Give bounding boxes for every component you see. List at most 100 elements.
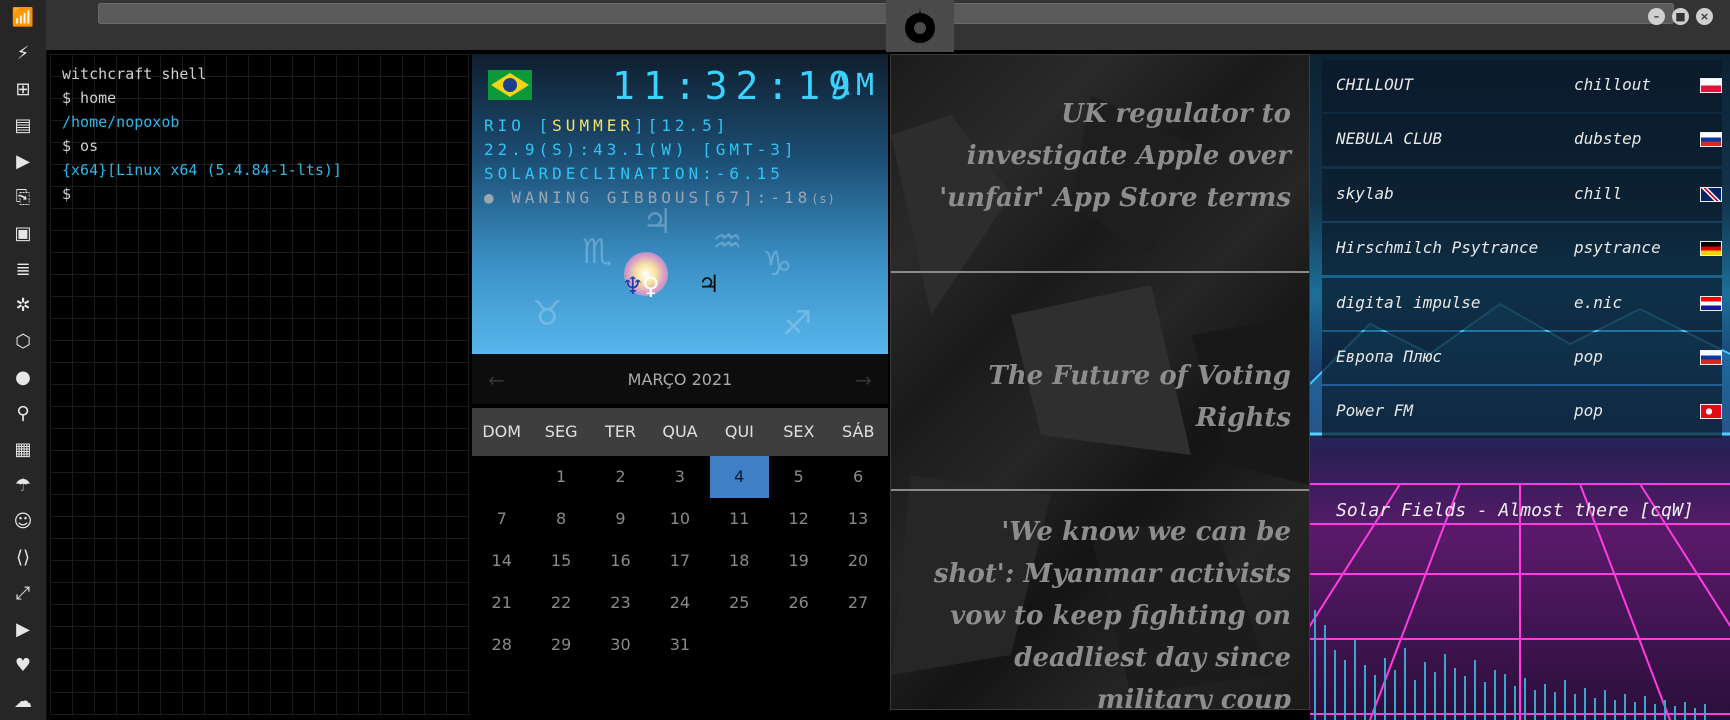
calendar-day[interactable]: 14: [472, 540, 531, 582]
radio-station-row[interactable]: skylab chill: [1322, 168, 1722, 221]
calendar-empty-cell: [710, 624, 769, 666]
radio-station-row[interactable]: Европа Плюс pop: [1322, 332, 1722, 384]
radio-station-row[interactable]: Hirschmilch Psytrance psytrance: [1322, 223, 1722, 276]
prev-month-icon[interactable]: ←: [488, 368, 505, 392]
calendar-empty-cell: [828, 624, 887, 666]
moon-icon: ●: [484, 188, 498, 207]
croatia-flag-icon: [1700, 295, 1722, 311]
calendar-day[interactable]: 30: [591, 624, 650, 666]
radio-station-row[interactable]: digital impulse e.nic: [1322, 277, 1722, 330]
calendar-day[interactable]: 1: [531, 456, 590, 498]
calendar-day[interactable]: 11: [710, 498, 769, 540]
calendar-day[interactable]: 26: [769, 582, 828, 624]
weekday-label: QUI: [724, 422, 754, 441]
russia-flag-icon: [1700, 132, 1722, 148]
snowflake-icon[interactable]: ✲: [11, 294, 35, 318]
archive-icon[interactable]: ▤: [11, 114, 35, 138]
network-icon[interactable]: ⬡: [11, 330, 35, 354]
calendar-day[interactable]: 7: [472, 498, 531, 540]
calendar-day[interactable]: 17: [650, 540, 709, 582]
translate-icon[interactable]: ⎘: [11, 186, 35, 210]
newspaper-icon[interactable]: ≣: [11, 258, 35, 282]
calendar-day[interactable]: 24: [650, 582, 709, 624]
station-genre: dubstep: [1574, 129, 1642, 149]
globe-icon[interactable]: ●: [11, 366, 35, 390]
calendar-day[interactable]: 19: [769, 540, 828, 582]
headline-0[interactable]: UK regulator to investigate Apple over '…: [931, 93, 1291, 219]
calendar-day[interactable]: 6: [828, 456, 887, 498]
calendar-day[interactable]: 27: [828, 582, 887, 624]
visualizer-bar: [1454, 668, 1456, 720]
weekday-label: DOM: [482, 422, 522, 441]
calendar-day[interactable]: 18: [710, 540, 769, 582]
contacts-icon[interactable]: ☺: [11, 510, 35, 534]
radio-station-row[interactable]: NEBULA CLUB dubstep: [1322, 114, 1722, 167]
calendar-day[interactable]: 31: [650, 624, 709, 666]
radio-station-row[interactable]: Power FM pop: [1322, 386, 1722, 439]
expand-icon[interactable]: ⤢: [11, 582, 35, 606]
calendar-day[interactable]: 21: [472, 582, 531, 624]
calendar-day[interactable]: 15: [531, 540, 590, 582]
search-icon[interactable]: ⚲: [11, 402, 35, 426]
calendar-day[interactable]: 10: [650, 498, 709, 540]
wifi-icon[interactable]: 📶: [11, 6, 35, 30]
calendar-day[interactable]: 12: [769, 498, 828, 540]
calendar-day[interactable]: 4: [709, 456, 769, 498]
heart-icon[interactable]: ♥: [11, 654, 35, 678]
station-genre: pop: [1574, 401, 1603, 421]
visualizer-bar: [1494, 670, 1496, 720]
station-genre: pop: [1574, 347, 1603, 366]
visualizer-bar: [1504, 674, 1506, 720]
bolt-icon[interactable]: ⚡: [11, 42, 35, 66]
calendar-empty-cell: [472, 456, 531, 498]
next-month-icon[interactable]: →: [855, 368, 872, 392]
calendar-day[interactable]: 8: [531, 498, 590, 540]
zodiac-glyph-icon: ♏: [582, 232, 613, 272]
calendar-day[interactable]: 22: [531, 582, 590, 624]
terminal-line: $ os: [62, 137, 99, 155]
weekday-label: SEX: [783, 422, 815, 441]
calendar-day[interactable]: 29: [531, 624, 590, 666]
headline-1[interactable]: The Future of Voting Rights: [931, 355, 1291, 439]
weekday-label: QUA: [662, 422, 698, 441]
calendar-day[interactable]: 20: [828, 540, 887, 582]
close-button[interactable]: ×: [1696, 8, 1713, 25]
poland-flag-icon: [1700, 78, 1722, 93]
maximize-button[interactable]: ■: [1672, 8, 1689, 25]
image-icon[interactable]: ▣: [11, 222, 35, 246]
umbrella-icon[interactable]: ☂: [11, 474, 35, 498]
neptune-icon: ♆: [622, 272, 644, 300]
calendar-day[interactable]: 25: [710, 582, 769, 624]
radio-station-row[interactable]: CHILLOUT chillout: [1322, 60, 1722, 112]
visualizer-bar: [1664, 700, 1666, 720]
headline-2[interactable]: 'We know we can be shot': Myanmar activi…: [921, 511, 1291, 709]
zodiac-glyph-icon: ♐: [782, 304, 813, 344]
terminal-panel[interactable]: witchcraft shell $ home/home/nopoxob $ os {…: [50, 54, 470, 716]
radio-panel: Solar Fields - Almost there [cqW] CHILLO…: [1310, 54, 1730, 720]
station-name: digital impulse: [1336, 292, 1481, 312]
zodiac-glyph-icon: ♒: [712, 222, 743, 262]
calendar-day[interactable]: 28: [472, 624, 531, 666]
clock-ampm: AM: [832, 68, 881, 103]
visualizer-bar: [1684, 702, 1686, 720]
rebel-logo-tab[interactable]: [886, 0, 954, 52]
cloud-icon[interactable]: ☁: [11, 690, 35, 714]
youtube-icon[interactable]: ▶: [11, 618, 35, 642]
calendar-day[interactable]: 2: [591, 456, 650, 498]
minimize-button[interactable]: –: [1648, 8, 1665, 25]
visualizer-bar: [1564, 680, 1566, 720]
calendar-day[interactable]: 23: [591, 582, 650, 624]
code-icon[interactable]: ⟨⟩: [11, 546, 35, 570]
calendar-day[interactable]: 3: [650, 456, 709, 498]
station-name: CHILLOUT: [1336, 75, 1414, 94]
calendar-day[interactable]: 16: [591, 540, 650, 582]
windows-icon[interactable]: ⊞: [11, 78, 35, 102]
germany-flag-icon: [1700, 241, 1722, 257]
play-icon[interactable]: ▶: [11, 150, 35, 174]
station-genre: psytrance: [1574, 238, 1661, 258]
calendar-day[interactable]: 13: [828, 498, 887, 540]
calendar-day[interactable]: 5: [769, 456, 828, 498]
city-suffix: ][12.5]: [633, 116, 730, 135]
calendar-day[interactable]: 9: [591, 498, 650, 540]
map-icon[interactable]: ▦: [11, 438, 35, 462]
